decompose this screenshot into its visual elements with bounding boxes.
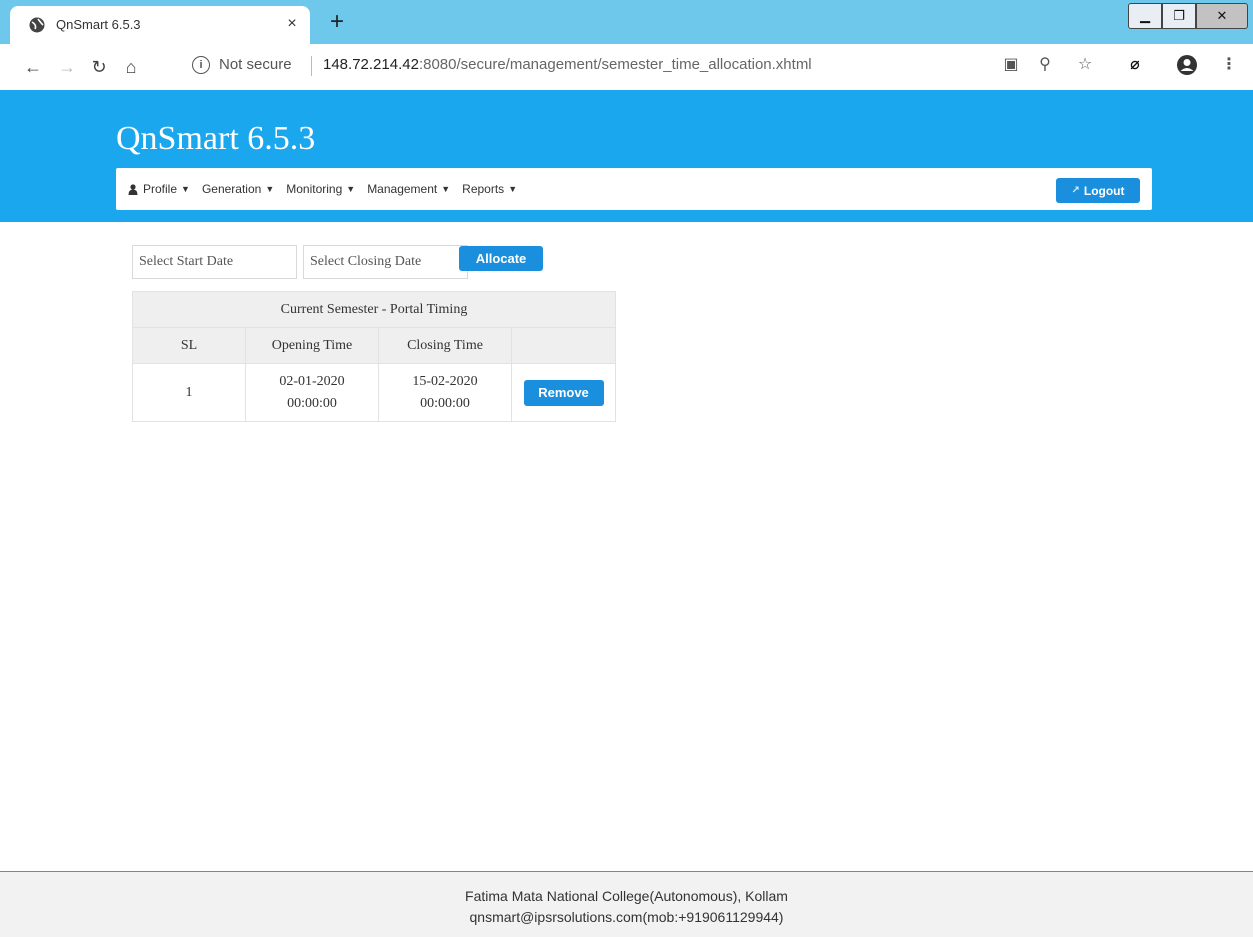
cell-action: Remove (511, 363, 616, 422)
browser-tabstrip: QnSmart 6.5.3 × + ▁ ❐ ✕ (0, 0, 1253, 44)
user-icon (128, 183, 138, 195)
profile-icon[interactable] (1176, 54, 1198, 76)
footer-contact: qnsmart@ipsrsolutions.com(mob:+919061129… (469, 909, 784, 925)
close-tab-icon[interactable]: × (282, 14, 302, 34)
info-icon[interactable]: i (192, 56, 210, 74)
header-sl: SL (132, 327, 246, 364)
menu-profile-label: Profile (143, 182, 178, 196)
caret-down-icon: ▼ (441, 184, 451, 194)
logout-button[interactable]: ↗ Logout (1056, 178, 1140, 203)
opening-date: 02-01-2020 (279, 373, 345, 389)
new-tab-icon[interactable]: + (326, 10, 348, 34)
start-date-input[interactable]: Select Start Date (132, 245, 297, 279)
app-header: QnSmart 6.5.3 Profile ▼ Generation ▼ Mon… (0, 90, 1253, 222)
cell-opening-time: 02-01-2020 00:00:00 (245, 363, 379, 422)
menu-management-label: Management (367, 182, 438, 196)
caret-down-icon: ▼ (508, 184, 518, 194)
closing-date: 15-02-2020 (412, 373, 478, 389)
opening-time: 00:00:00 (287, 395, 337, 411)
forward-icon[interactable]: → (54, 54, 80, 80)
translate-icon[interactable]: ▣ (1000, 54, 1022, 76)
menu-management[interactable]: Management ▼ (367, 182, 450, 196)
closing-time: 00:00:00 (420, 395, 470, 411)
cell-sl: 1 (132, 363, 246, 422)
header-action (511, 327, 616, 364)
app-title: QnSmart 6.5.3 (116, 120, 316, 157)
browser-tab[interactable]: QnSmart 6.5.3 × (10, 6, 310, 44)
closing-date-input[interactable]: Select Closing Date (303, 245, 468, 279)
url-host: 148.72.214.42 (323, 56, 419, 73)
logout-label: Logout (1083, 183, 1125, 198)
header-closing-time: Closing Time (378, 327, 512, 364)
header-opening-time: Opening Time (245, 327, 379, 364)
cell-closing-time: 15-02-2020 00:00:00 (378, 363, 512, 422)
address-bar[interactable]: 148.72.214.42:8080/secure/management/sem… (323, 56, 812, 73)
minimize-window-button[interactable]: ▁ (1128, 3, 1162, 29)
back-icon[interactable]: ← (20, 54, 46, 80)
zoom-icon[interactable]: ⚲ (1034, 54, 1056, 76)
extension-icon[interactable]: ⌀ (1124, 54, 1146, 76)
url-path: :8080/secure/management/semester_time_al… (418, 56, 812, 73)
reload-icon[interactable]: ↻ (86, 54, 112, 80)
caret-down-icon: ▼ (346, 184, 356, 194)
menu-monitoring-label: Monitoring (286, 182, 343, 196)
not-secure-label[interactable]: Not secure (219, 56, 292, 73)
main-navbar: Profile ▼ Generation ▼ Monitoring ▼ Mana… (116, 168, 1152, 210)
restore-window-button[interactable]: ❐ (1162, 3, 1196, 29)
remove-button[interactable]: Remove (523, 379, 604, 406)
globe-icon (29, 17, 45, 33)
menu-icon[interactable]: ⋮ (1218, 54, 1240, 76)
bookmark-star-icon[interactable]: ☆ (1074, 54, 1096, 76)
portal-timing-table: Current Semester - Portal Timing SL Open… (132, 291, 616, 422)
menu-monitoring[interactable]: Monitoring ▼ (286, 182, 355, 196)
table-row: 1 02-01-2020 00:00:00 15-02-2020 00:00:0… (132, 363, 616, 422)
logout-icon: ↗ (1071, 185, 1080, 196)
menu-reports-label: Reports (462, 182, 505, 196)
close-window-button[interactable]: ✕ (1196, 3, 1248, 29)
table-title: Current Semester - Portal Timing (132, 291, 616, 328)
caret-down-icon: ▼ (181, 184, 190, 194)
allocate-button[interactable]: Allocate (459, 246, 543, 271)
page-footer: Fatima Mata National College(Autonomous)… (0, 871, 1253, 937)
menu-profile[interactable]: Profile ▼ (128, 182, 190, 196)
footer-college: Fatima Mata National College(Autonomous)… (465, 888, 788, 904)
menu-reports[interactable]: Reports ▼ (462, 182, 517, 196)
menu-generation[interactable]: Generation ▼ (202, 182, 274, 196)
menu-generation-label: Generation (201, 182, 262, 196)
tab-title: QnSmart 6.5.3 (56, 17, 141, 32)
caret-down-icon: ▼ (265, 184, 275, 194)
url-separator (311, 56, 312, 76)
main-menu: Profile ▼ Generation ▼ Monitoring ▼ Mana… (128, 168, 529, 210)
home-icon[interactable]: ⌂ (118, 54, 144, 80)
